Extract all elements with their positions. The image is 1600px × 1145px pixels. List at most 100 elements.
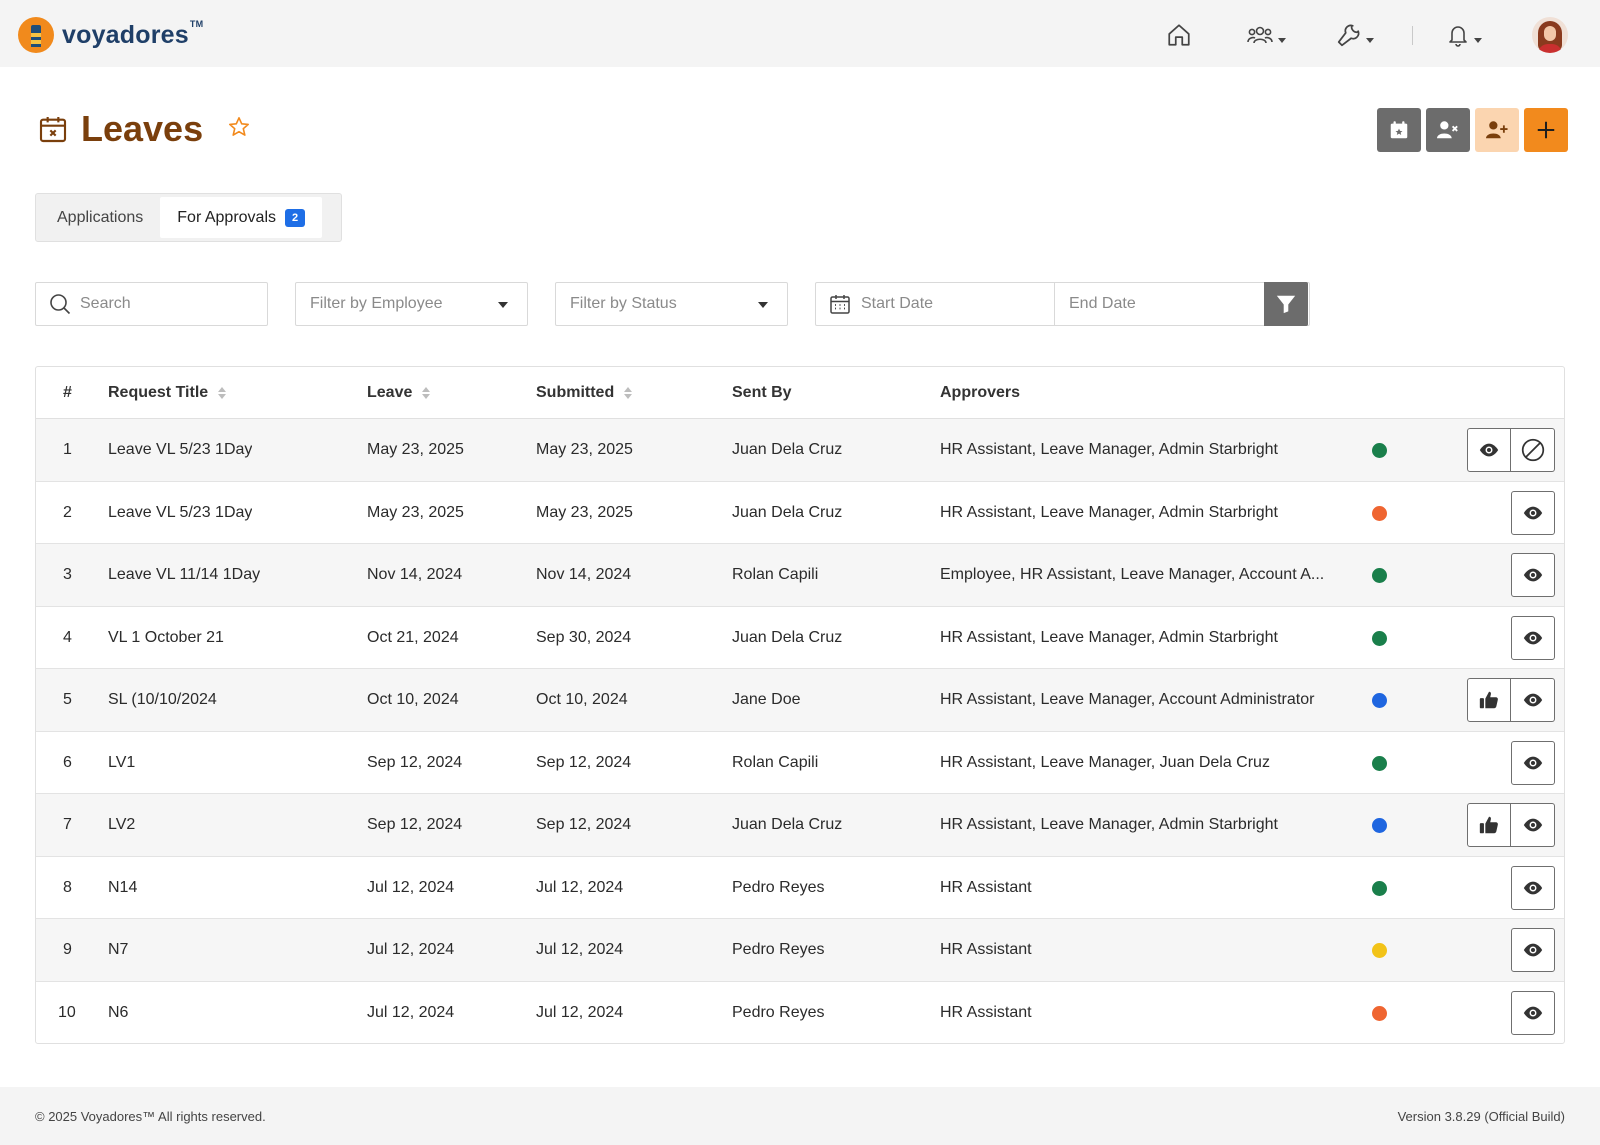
caret-down-icon xyxy=(758,302,768,308)
status-dot xyxy=(1372,568,1387,583)
caret-down-icon xyxy=(498,302,508,308)
status-filter-select[interactable]: Filter by Status xyxy=(555,282,788,326)
brand-name: voyadoresTM xyxy=(62,18,204,49)
cell-submitted-date: Sep 12, 2024 xyxy=(536,816,632,833)
eye-icon xyxy=(1523,631,1543,644)
table-body: 1 Leave VL 5/23 1Day May 23, 2025 May 23, 2… xyxy=(36,419,1564,1043)
user-avatar[interactable] xyxy=(1532,17,1568,53)
row-actions xyxy=(1511,615,1555,660)
chevron-down-icon xyxy=(1278,37,1286,43)
cell-approvers: HR Assistant xyxy=(940,1003,1032,1021)
search-input[interactable] xyxy=(80,295,267,313)
start-date-input[interactable] xyxy=(861,295,1054,313)
cell-leave-date: Jul 12, 2024 xyxy=(367,878,455,896)
cell-approvers: HR Assistant xyxy=(940,878,1032,896)
cell-leave-date: Sep 12, 2024 xyxy=(367,816,463,833)
plus-icon xyxy=(1537,121,1555,139)
view-button[interactable] xyxy=(1511,865,1555,910)
approve-button[interactable] xyxy=(1467,803,1511,847)
status-dot xyxy=(1372,755,1387,771)
brand[interactable]: voyadoresTM xyxy=(18,17,203,53)
thumbs-up-icon xyxy=(1479,816,1498,834)
cell-submitted-date: Oct 10, 2024 xyxy=(536,691,628,708)
people-menu-button[interactable] xyxy=(1246,20,1286,50)
status-dot xyxy=(1372,943,1387,958)
cell-submitted-date: Nov 14, 2024 xyxy=(536,566,632,583)
row-actions xyxy=(1467,803,1555,847)
column-label: Leave xyxy=(367,384,413,401)
ban-icon xyxy=(1521,438,1544,462)
cell-submitted-date: May 23, 2025 xyxy=(536,503,633,521)
tab-for-approvals[interactable]: For Approvals 2 xyxy=(160,197,322,238)
view-button[interactable] xyxy=(1511,740,1555,785)
add-user-button[interactable] xyxy=(1475,108,1519,152)
favorite-star-icon[interactable] xyxy=(227,115,251,144)
view-button[interactable] xyxy=(1511,803,1555,847)
view-button[interactable] xyxy=(1467,428,1511,472)
start-date-field[interactable] xyxy=(816,283,1055,325)
cell-sent-by: Pedro Reyes xyxy=(732,941,825,958)
cell-approvers: HR Assistant, Leave Manager, Admin Starb… xyxy=(940,816,1278,833)
thumbs-up-icon xyxy=(1479,691,1498,709)
search-box[interactable] xyxy=(35,282,268,326)
select-placeholder: Filter by Employee xyxy=(310,295,443,312)
cell-submitted-date: Jul 12, 2024 xyxy=(536,1003,624,1021)
eye-icon xyxy=(1523,818,1542,832)
eye-icon xyxy=(1523,693,1542,707)
eye-icon xyxy=(1523,506,1543,519)
tab-applications[interactable]: Applications xyxy=(40,197,160,238)
tools-menu-button[interactable] xyxy=(1336,20,1374,50)
eye-icon xyxy=(1523,756,1543,769)
column-header-submitted[interactable]: Submitted xyxy=(536,367,633,419)
cell-approvers: HR Assistant, Leave Manager, Account Adm… xyxy=(940,691,1315,708)
cell-number: 4 xyxy=(63,628,72,646)
view-button[interactable] xyxy=(1511,553,1555,597)
cell-sent-by: Rolan Capili xyxy=(732,753,819,771)
leave-calendar-button[interactable] xyxy=(1377,108,1421,152)
row-actions xyxy=(1511,553,1555,597)
view-button[interactable] xyxy=(1511,928,1555,972)
eye-icon xyxy=(1523,943,1543,957)
home-button[interactable] xyxy=(1166,20,1192,50)
end-date-field[interactable] xyxy=(1055,283,1263,325)
cancel-request-button[interactable] xyxy=(1511,428,1555,472)
apply-filter-button[interactable] xyxy=(1264,282,1308,326)
sort-icon[interactable] xyxy=(624,387,633,399)
employee-filter-select[interactable]: Filter by Employee xyxy=(295,282,528,326)
cell-approvers: HR Assistant xyxy=(940,941,1032,958)
calendar-icon xyxy=(830,295,850,314)
cell-request-title: LV2 xyxy=(108,816,136,833)
add-leave-button[interactable] xyxy=(1524,108,1568,152)
cell-number: 6 xyxy=(63,753,72,771)
column-header-request-title[interactable]: Request Title xyxy=(108,367,227,419)
cell-leave-date: Jul 12, 2024 xyxy=(367,1003,455,1021)
sort-icon[interactable] xyxy=(218,387,227,399)
sort-icon[interactable] xyxy=(422,387,431,399)
cell-approvers: Employee, HR Assistant, Leave Manager, A… xyxy=(940,566,1325,583)
cell-sent-by: Juan Dela Cruz xyxy=(732,441,843,458)
nav-divider xyxy=(1412,26,1413,45)
row-actions xyxy=(1511,865,1555,910)
view-button[interactable] xyxy=(1511,615,1555,660)
cell-leave-date: Oct 10, 2024 xyxy=(367,691,459,708)
notifications-button[interactable] xyxy=(1446,20,1482,50)
cell-sent-by: Juan Dela Cruz xyxy=(732,628,843,646)
user-remove-icon xyxy=(1437,121,1458,139)
cell-leave-date: Sep 12, 2024 xyxy=(367,753,463,771)
column-header-sent-by: Sent By xyxy=(732,384,792,401)
status-dot xyxy=(1372,880,1387,896)
tab-label: For Approvals xyxy=(177,208,276,226)
view-button[interactable] xyxy=(1511,678,1555,722)
table-header: # Request Title Leave Submitted Sent By … xyxy=(36,367,1564,419)
approve-button[interactable] xyxy=(1467,678,1511,722)
cell-submitted-date: Sep 30, 2024 xyxy=(536,628,632,646)
end-date-input[interactable] xyxy=(1069,295,1263,313)
view-button[interactable] xyxy=(1511,990,1555,1035)
cell-submitted-date: May 23, 2025 xyxy=(536,441,633,458)
cell-number: 5 xyxy=(63,691,72,708)
table-row: 8 N14 Jul 12, 2024 Jul 12, 2024 Pedro Reyes H… xyxy=(36,857,1564,919)
remove-user-button[interactable] xyxy=(1426,108,1470,152)
view-button[interactable] xyxy=(1511,490,1555,535)
column-header-leave[interactable]: Leave xyxy=(367,367,431,419)
tab-bar: Applications For Approvals 2 xyxy=(35,193,342,242)
